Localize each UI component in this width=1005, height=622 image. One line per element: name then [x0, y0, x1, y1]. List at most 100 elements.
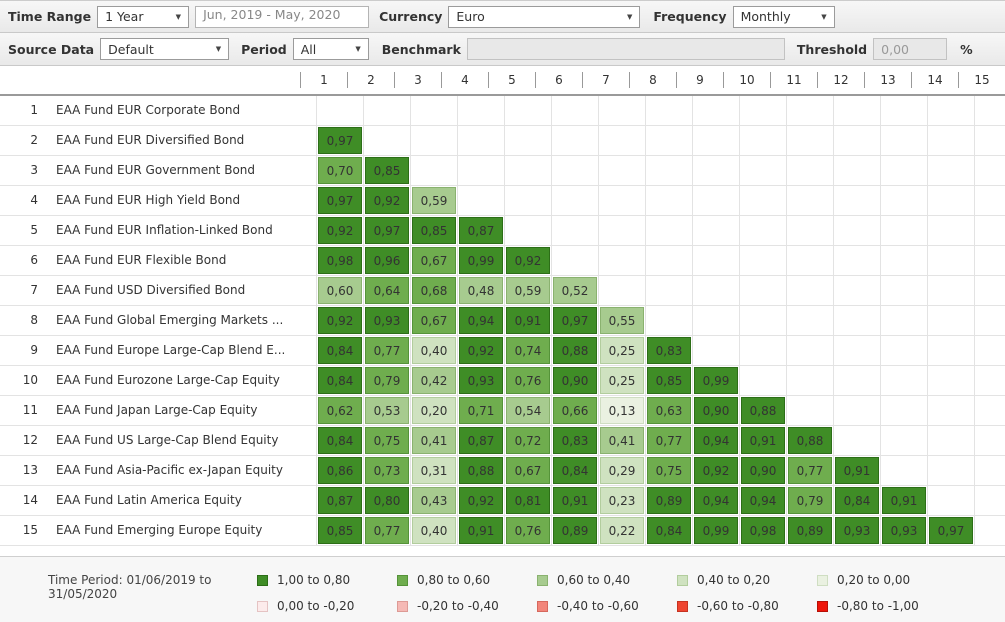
matrix-cell: 0,87 — [458, 426, 505, 455]
legend-color-swatch-icon — [257, 600, 268, 612]
currency-select[interactable]: Euro ▼ — [448, 5, 641, 28]
matrix-cell — [975, 186, 1005, 215]
correlation-value: 0,90 — [694, 397, 738, 424]
matrix-cell — [646, 126, 693, 155]
matrix-cell — [834, 126, 881, 155]
legend-label: -0,20 to -0,40 — [417, 599, 499, 613]
correlation-value: 0,41 — [600, 427, 644, 454]
frequency-select[interactable]: Monthly ▼ — [732, 5, 835, 28]
currency-value: Euro — [456, 9, 485, 24]
correlation-value: 0,64 — [365, 277, 409, 304]
correlation-value: 0,76 — [506, 517, 550, 544]
correlation-value: 0,94 — [741, 487, 785, 514]
matrix-cell — [693, 276, 740, 305]
matrix-cell — [834, 306, 881, 335]
column-header-3: 3 — [394, 72, 441, 88]
benchmark-input[interactable] — [466, 38, 785, 60]
threshold-input[interactable]: 0,00 — [873, 38, 948, 60]
correlation-value: 0,84 — [318, 337, 362, 364]
matrix-cell: 0,97 — [364, 216, 411, 245]
matrix-cell: 0,94 — [740, 486, 787, 515]
matrix-cell: 0,80 — [364, 486, 411, 515]
matrix-cell — [881, 156, 928, 185]
legend-item: 0,80 to 0,60 — [397, 567, 537, 593]
matrix-cell — [928, 486, 975, 515]
matrix-cell — [834, 426, 881, 455]
period-select[interactable]: All ▼ — [292, 38, 369, 60]
matrix-cell: 0,92 — [364, 186, 411, 215]
matrix-cell: 0,98 — [317, 246, 364, 275]
source-data-select[interactable]: Default ▼ — [100, 38, 230, 60]
matrix-cell — [975, 396, 1005, 425]
correlation-value: 0,88 — [459, 457, 503, 484]
legend-label: 0,40 to 0,20 — [697, 573, 771, 587]
correlation-value: 0,93 — [882, 517, 926, 544]
matrix-cell — [693, 336, 740, 365]
column-header-14: 14 — [911, 72, 958, 88]
matrix-cell: 0,88 — [787, 426, 834, 455]
chevron-down-icon: ▼ — [215, 45, 222, 53]
matrix-cell: 0,84 — [317, 336, 364, 365]
matrix-cell: 0,85 — [646, 366, 693, 395]
matrix-cell — [693, 96, 740, 125]
correlation-value: 0,25 — [600, 337, 644, 364]
correlation-value: 0,84 — [553, 457, 597, 484]
correlation-value: 0,80 — [365, 487, 409, 514]
matrix-cell — [787, 156, 834, 185]
time-range-select[interactable]: 1 Year ▼ — [97, 5, 190, 28]
row-fund-name: EAA Fund EUR Government Bond — [56, 163, 256, 177]
matrix-cell — [787, 336, 834, 365]
matrix-cell — [740, 276, 787, 305]
matrix-cell: 0,84 — [552, 456, 599, 485]
matrix-cell: 0,89 — [787, 516, 834, 545]
correlation-value: 0,77 — [365, 337, 409, 364]
correlation-value: 0,25 — [600, 367, 644, 394]
row-fund-name: EAA Fund Latin America Equity — [56, 493, 242, 507]
correlation-value: 0,55 — [600, 307, 644, 334]
date-range-field[interactable]: Jun, 2019 - May, 2020 — [195, 5, 370, 28]
matrix-cell: 0,97 — [928, 516, 975, 545]
row-number: 3 — [30, 163, 38, 177]
matrix-cell: 0,70 — [317, 156, 364, 185]
legend-color-swatch-icon — [817, 574, 828, 586]
matrix-cell — [928, 276, 975, 305]
matrix-cell — [599, 276, 646, 305]
correlation-value: 0,91 — [835, 457, 879, 484]
legend-item: 0,60 to 0,40 — [537, 567, 677, 593]
matrix-cell — [552, 126, 599, 155]
matrix-cell — [787, 246, 834, 275]
matrix-cell — [458, 156, 505, 185]
correlation-value: 0,42 — [412, 367, 456, 394]
matrix-cell: 0,59 — [505, 276, 552, 305]
matrix-cell — [740, 246, 787, 275]
correlation-value: 0,85 — [412, 217, 456, 244]
matrix-row: 11 EAA Fund Japan Large-Cap Equity 0,62 0,5… — [0, 396, 1005, 426]
matrix-row: 15 EAA Fund Emerging Europe Equity 0,85 0,7… — [0, 516, 1005, 546]
correlation-value: 0,76 — [506, 367, 550, 394]
matrix-cell — [975, 96, 1005, 125]
row-fund-name: EAA Fund Emerging Europe Equity — [56, 523, 263, 537]
correlation-value: 0,67 — [506, 457, 550, 484]
matrix-cell — [975, 216, 1005, 245]
correlation-value: 0,40 — [412, 517, 456, 544]
matrix-cell: 0,86 — [317, 456, 364, 485]
legend-label: 1,00 to 0,80 — [277, 573, 351, 587]
correlation-value: 0,92 — [318, 307, 362, 334]
matrix-cell — [834, 216, 881, 245]
matrix-cell: 0,90 — [740, 456, 787, 485]
matrix-row: 13 EAA Fund Asia-Pacific ex-Japan Equity 0… — [0, 456, 1005, 486]
matrix-cell — [552, 156, 599, 185]
correlation-value: 0,99 — [694, 367, 738, 394]
matrix-cell — [505, 96, 552, 125]
correlation-value: 0,40 — [412, 337, 456, 364]
column-header-6: 6 — [535, 72, 582, 88]
chevron-down-icon: ▼ — [821, 12, 827, 21]
legend-item: -0,80 to -1,00 — [817, 593, 957, 619]
correlation-matrix: 1 2 3 4 5 6 7 8 9 10 11 12 13 14 15 1 EAA Fund EUR Corp… — [0, 66, 1005, 546]
row-number: 2 — [30, 133, 38, 147]
time-range-value: 1 Year — [105, 9, 144, 24]
correlation-value: 0,89 — [788, 517, 832, 544]
currency-label: Currency — [379, 9, 443, 24]
matrix-cell: 0,77 — [787, 456, 834, 485]
matrix-cell — [505, 156, 552, 185]
